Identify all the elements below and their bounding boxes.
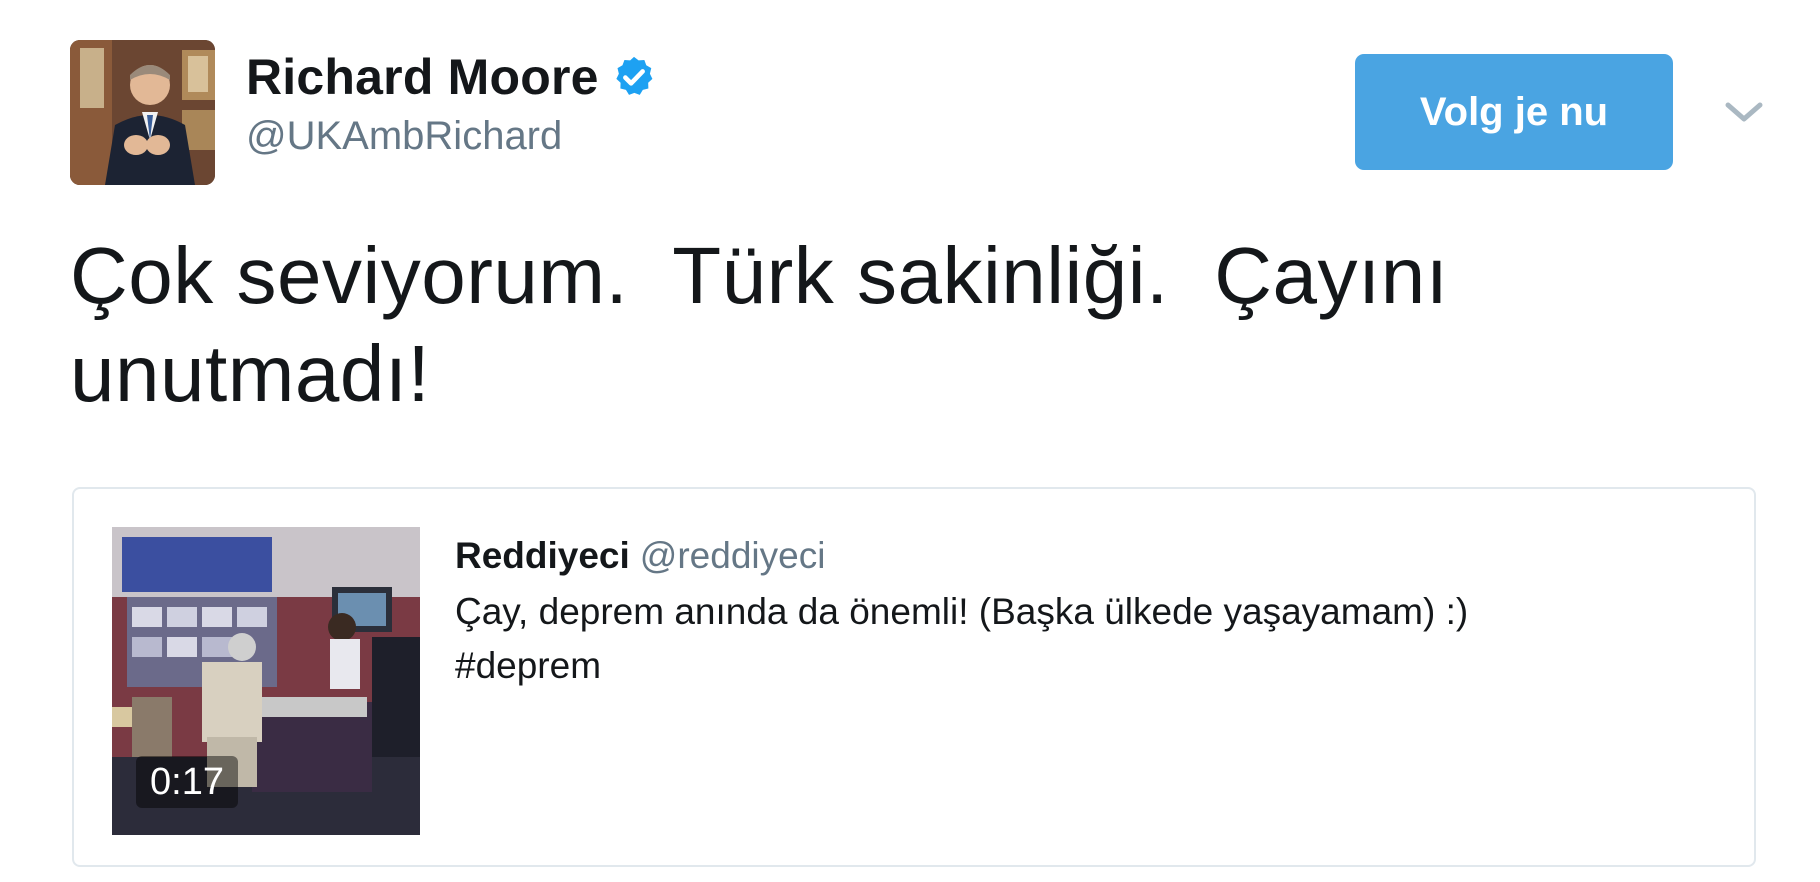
quoted-tweet-text: Çay, deprem anında da önemli! (Başka ülk… [455, 591, 1469, 686]
user-names: Richard Moore @UKAmbRichard [246, 46, 657, 159]
follow-button[interactable]: Volg je nu [1355, 54, 1673, 170]
tweet-header: Richard Moore @UKAmbRichard Volg je nu [70, 40, 1770, 185]
tweet-text: Çok seviyorum. Türk sakinliği. Çayını un… [70, 231, 1449, 418]
screen-name[interactable]: @UKAmbRichard [246, 114, 657, 159]
video-thumbnail[interactable]: 0:17 [112, 527, 420, 835]
avatar[interactable] [70, 40, 215, 185]
quoted-author-handle[interactable]: @reddiyeci [640, 535, 826, 576]
verified-badge-icon [611, 54, 657, 100]
display-name[interactable]: Richard Moore [246, 48, 599, 106]
quoted-tweet-body: Reddiyeci @reddiyeci Çay, deprem anında d… [455, 529, 1705, 693]
quoted-author-name[interactable]: Reddiyeci [455, 535, 630, 576]
avatar-image [70, 40, 215, 185]
video-duration-badge: 0:17 [136, 756, 238, 808]
quoted-tweet-card[interactable]: 0:17 Reddiyeci @reddiyeci Çay, deprem anı… [72, 487, 1756, 867]
chevron-down-icon[interactable] [1722, 90, 1766, 134]
quoted-author: Reddiyeci @reddiyeci [455, 529, 1705, 583]
display-name-row: Richard Moore [246, 46, 657, 108]
